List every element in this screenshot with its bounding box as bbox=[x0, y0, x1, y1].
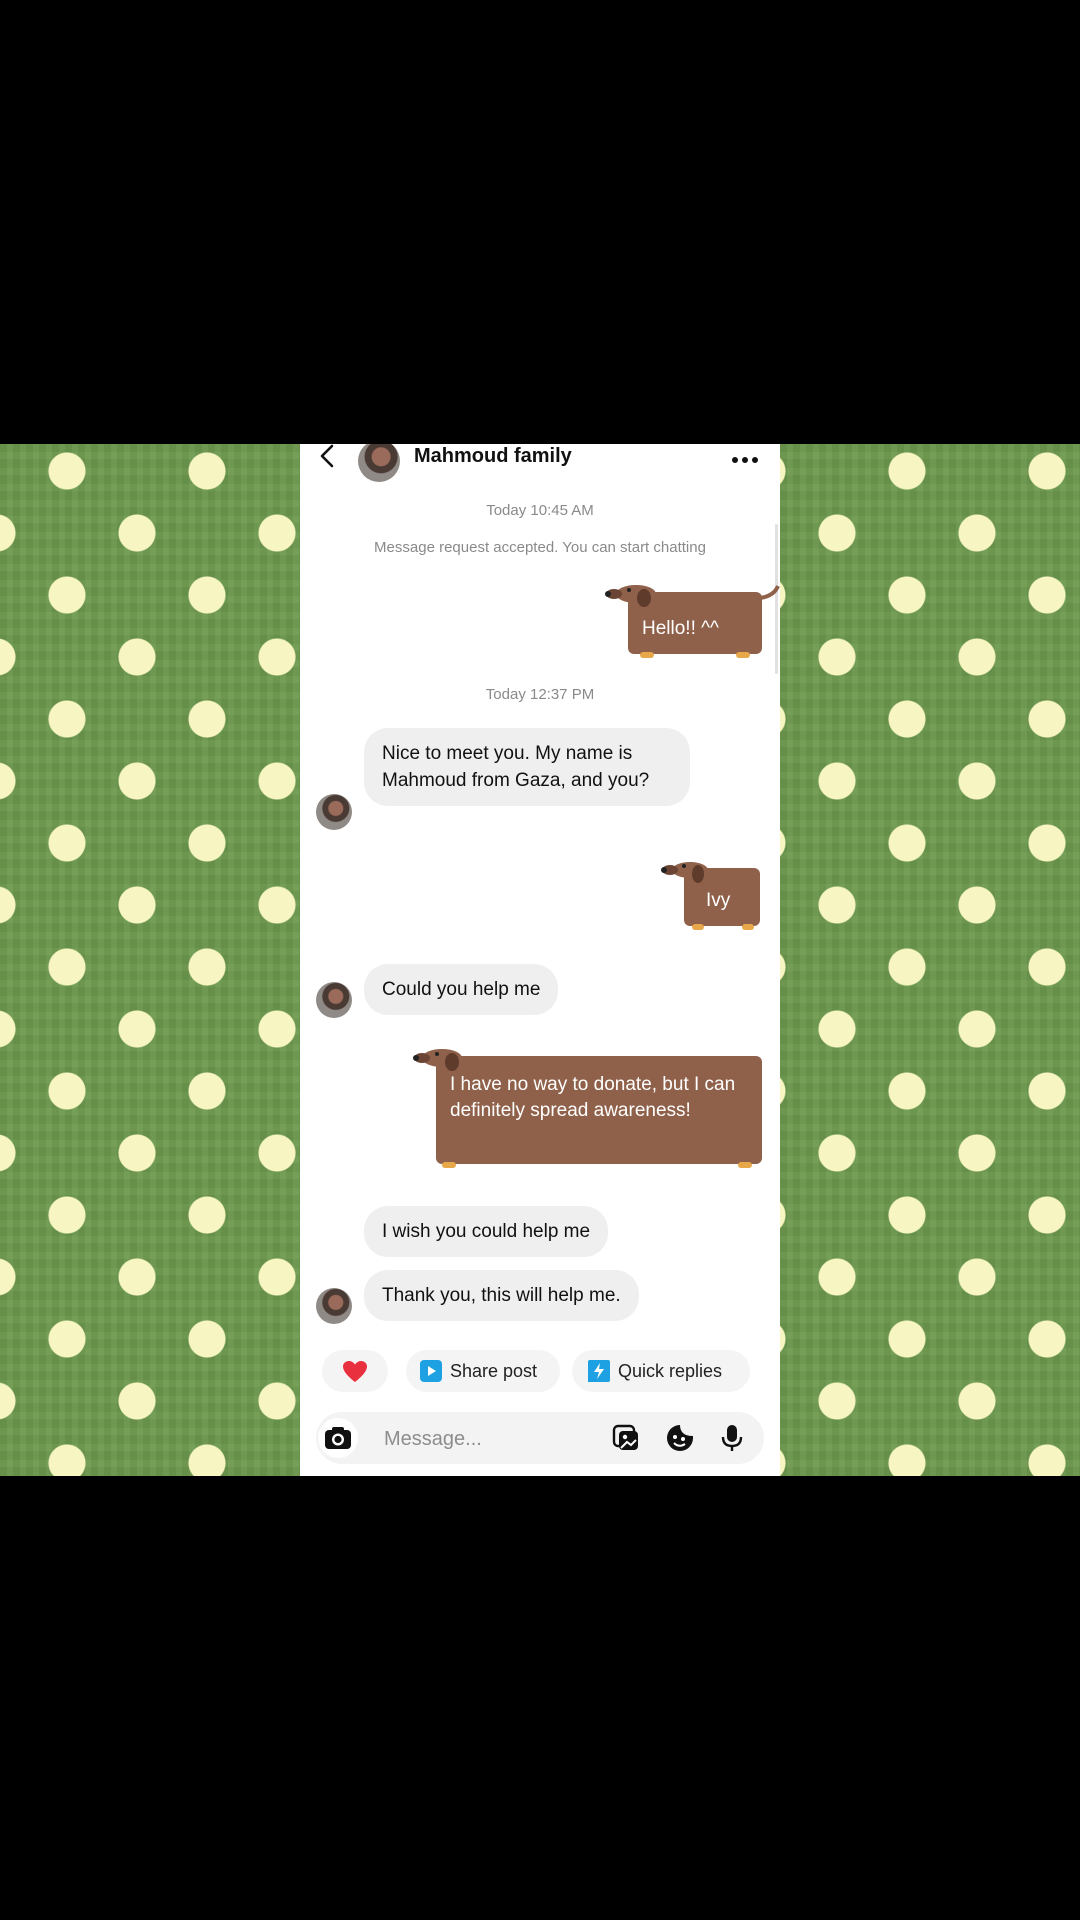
gallery-button[interactable] bbox=[612, 1424, 640, 1452]
message-bubble-received[interactable]: I wish you could help me bbox=[364, 1206, 609, 1257]
message-text: Thank you, this will help me. bbox=[382, 1285, 621, 1306]
message-bubble-sent[interactable]: I have no way to donate, but I can defin… bbox=[413, 1049, 762, 1168]
quick-actions-bar: Share post Quick replies bbox=[300, 1350, 780, 1394]
timestamp: Today 10:45 AM bbox=[486, 502, 594, 519]
message-bubble-sent[interactable]: Ivy bbox=[661, 862, 760, 934]
message-bubble-received[interactable]: Could you help me bbox=[364, 964, 559, 1015]
camera-icon bbox=[318, 1418, 358, 1458]
share-post-button[interactable]: Share post bbox=[406, 1350, 560, 1392]
more-options-button[interactable] bbox=[730, 452, 760, 463]
contact-avatar[interactable] bbox=[358, 444, 400, 482]
contact-avatar-small[interactable] bbox=[316, 794, 352, 830]
message-bubble-received[interactable]: Thank you, this will help me. bbox=[364, 1270, 639, 1321]
contact-name[interactable]: Mahmoud family bbox=[414, 445, 572, 468]
heart-reaction-button[interactable] bbox=[322, 1350, 388, 1392]
message-text: I have no way to donate, but I can defin… bbox=[450, 1074, 736, 1121]
chevron-left-icon bbox=[320, 444, 334, 468]
camera-button[interactable] bbox=[318, 1418, 358, 1458]
heart-icon bbox=[343, 1361, 367, 1382]
message-text: I wish you could help me bbox=[382, 1221, 591, 1242]
chat-header: Mahmoud family bbox=[300, 444, 780, 482]
gallery-icon bbox=[612, 1424, 638, 1450]
timestamp: Today 12:37 PM bbox=[485, 686, 595, 703]
system-message: Message request accepted. You can start … bbox=[374, 539, 706, 556]
more-horizontal-icon bbox=[732, 457, 758, 463]
contact-avatar-small[interactable] bbox=[316, 982, 352, 1018]
sticker-button[interactable] bbox=[666, 1424, 694, 1452]
share-post-label: Share post bbox=[450, 1361, 538, 1381]
microphone-button[interactable] bbox=[718, 1424, 746, 1452]
chat-screen: Mahmoud family Today 10:45 AM Message re… bbox=[300, 444, 780, 1476]
message-text: Nice to meet you. My name is Mahmoud fro… bbox=[382, 743, 650, 791]
message-text: Hello!! ^^ bbox=[642, 618, 719, 639]
message-composer bbox=[316, 1412, 764, 1464]
microphone-icon bbox=[721, 1425, 743, 1451]
message-text: Ivy bbox=[706, 890, 731, 911]
message-text: Could you help me bbox=[382, 979, 541, 1000]
play-square-icon bbox=[420, 1360, 442, 1382]
quick-replies-button[interactable]: Quick replies bbox=[572, 1350, 750, 1392]
message-input[interactable] bbox=[382, 1422, 596, 1456]
contact-avatar-small[interactable] bbox=[316, 1288, 352, 1324]
lightning-icon bbox=[588, 1360, 610, 1382]
back-button[interactable] bbox=[316, 444, 340, 468]
app-frame: Mahmoud family Today 10:45 AM Message re… bbox=[0, 444, 1080, 1476]
message-bubble-received[interactable]: Nice to meet you. My name is Mahmoud fro… bbox=[364, 728, 690, 806]
sticker-icon bbox=[667, 1425, 693, 1451]
message-bubble-sent[interactable]: Hello!! ^^ bbox=[605, 585, 780, 664]
quick-replies-label: Quick replies bbox=[618, 1361, 723, 1381]
